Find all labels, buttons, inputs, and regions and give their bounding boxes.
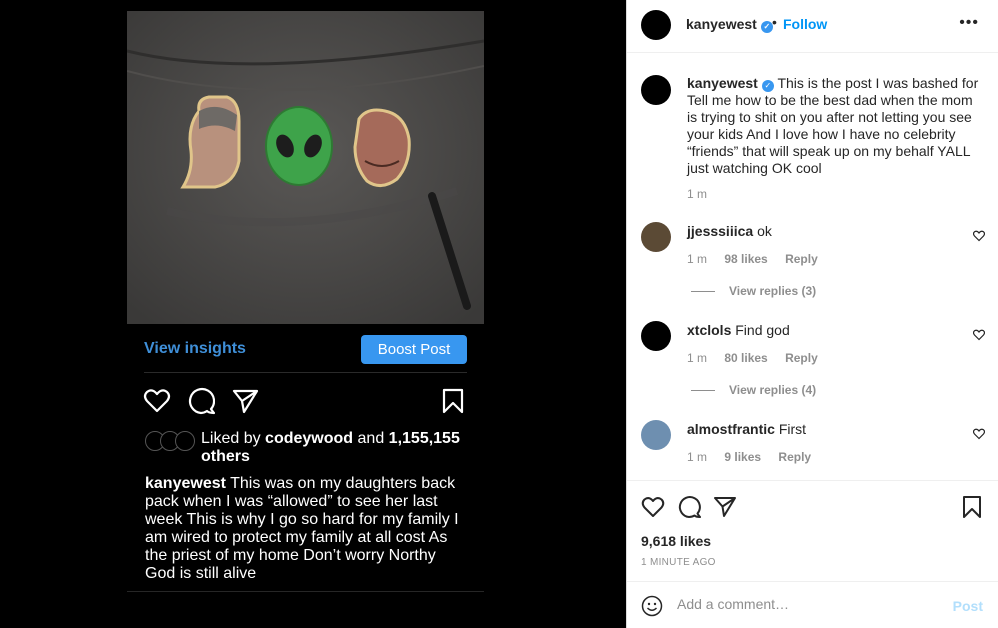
comment-time: 1 m bbox=[687, 450, 708, 464]
bookmark-icon[interactable] bbox=[960, 495, 984, 519]
view-replies-button[interactable]: View replies (3) bbox=[691, 284, 816, 298]
post-timestamp: 1 MINUTE AGO bbox=[641, 557, 716, 568]
caption-username[interactable]: kanyewest bbox=[687, 75, 758, 91]
comment-meta: 1 m 9 likes Reply bbox=[687, 450, 825, 464]
follow-button[interactable]: Follow bbox=[783, 16, 827, 32]
comment-text: almostfrantic First bbox=[687, 421, 807, 437]
avatar[interactable] bbox=[641, 321, 671, 351]
reply-button[interactable]: Reply bbox=[785, 351, 818, 365]
embedded-screenshot: View insights Boost Post Liked by codeyw… bbox=[0, 0, 626, 628]
reply-button[interactable]: Reply bbox=[785, 252, 818, 266]
comment-username[interactable]: almostfrantic bbox=[687, 421, 775, 437]
caption-username[interactable]: kanyewest bbox=[145, 475, 226, 492]
post-details-panel: kanyewest ✓ • Follow ••• kanyewest ✓ This … bbox=[626, 0, 998, 628]
post-actions: 9,618 likes 1 MINUTE AGO bbox=[627, 480, 998, 580]
like-comment-heart-icon[interactable] bbox=[973, 230, 985, 242]
phone-post-ui: View insights Boost Post Liked by codeyw… bbox=[127, 324, 484, 592]
like-comment-heart-icon[interactable] bbox=[973, 329, 985, 341]
avatar[interactable] bbox=[641, 420, 671, 450]
comment-username[interactable]: jjesssiiica bbox=[687, 223, 753, 239]
comment-likes[interactable]: 9 likes bbox=[724, 450, 761, 464]
add-comment-bar: Post bbox=[627, 581, 998, 628]
phone-caption: kanyewest This was on my daughters back … bbox=[145, 475, 470, 583]
divider bbox=[144, 372, 467, 373]
view-replies-button[interactable]: View replies (4) bbox=[691, 383, 816, 397]
separator: • bbox=[772, 14, 777, 30]
post-comment-button[interactable]: Post bbox=[953, 598, 983, 614]
comment-input[interactable] bbox=[677, 596, 937, 612]
liker-avatars bbox=[145, 431, 197, 451]
avatar bbox=[175, 431, 195, 451]
more-options-icon[interactable]: ••• bbox=[959, 14, 979, 32]
share-icon[interactable] bbox=[713, 495, 737, 519]
comment-icon[interactable] bbox=[187, 387, 215, 415]
liked-by-count[interactable]: 1,155,155 bbox=[389, 430, 460, 447]
comment-icon[interactable] bbox=[677, 495, 701, 519]
heart-icon[interactable] bbox=[143, 387, 171, 415]
like-comment-heart-icon[interactable] bbox=[973, 428, 985, 440]
avatar[interactable] bbox=[641, 75, 671, 105]
comment-meta: 1 m 80 likes Reply bbox=[687, 351, 832, 365]
comment-meta: 1 m 98 likes Reply bbox=[687, 252, 832, 266]
view-insights-link[interactable]: View insights bbox=[144, 340, 246, 358]
share-icon[interactable] bbox=[231, 387, 259, 415]
caption-time: 1 m bbox=[687, 187, 708, 201]
liked-by-and: and bbox=[357, 430, 385, 447]
liked-by-prefix: Liked by bbox=[201, 430, 261, 447]
liked-by-user[interactable]: codeywood bbox=[265, 430, 353, 447]
likes-count[interactable]: 9,618 likes bbox=[641, 533, 711, 549]
avatar[interactable] bbox=[641, 10, 671, 40]
comment-text: xtclols Find god bbox=[687, 322, 790, 338]
liked-by-others[interactable]: others bbox=[201, 448, 250, 465]
comment-text: jjesssiiica ok bbox=[687, 223, 772, 239]
comment-likes[interactable]: 80 likes bbox=[724, 351, 767, 365]
comment-likes[interactable]: 98 likes bbox=[724, 252, 767, 266]
liked-by-row: Liked by codeywood and 1,155,155 others bbox=[145, 430, 475, 466]
verified-icon: ✓ bbox=[761, 80, 774, 92]
caption: kanyewest ✓ This is the post I was bashed… bbox=[687, 75, 985, 177]
backpack-pins-image bbox=[127, 11, 484, 324]
post-header: kanyewest ✓ • Follow ••• bbox=[627, 0, 998, 53]
heart-icon[interactable] bbox=[641, 495, 665, 519]
bookmark-icon[interactable] bbox=[439, 387, 467, 415]
boost-post-button[interactable]: Boost Post bbox=[361, 335, 467, 364]
comment-username[interactable]: xtclols bbox=[687, 322, 731, 338]
header-username[interactable]: kanyewest ✓ bbox=[686, 16, 773, 33]
comment-time: 1 m bbox=[687, 351, 708, 365]
avatar[interactable] bbox=[641, 222, 671, 252]
emoji-icon[interactable] bbox=[641, 595, 663, 617]
comment-time: 1 m bbox=[687, 252, 708, 266]
post-photo[interactable] bbox=[127, 11, 484, 324]
reply-button[interactable]: Reply bbox=[778, 450, 811, 464]
